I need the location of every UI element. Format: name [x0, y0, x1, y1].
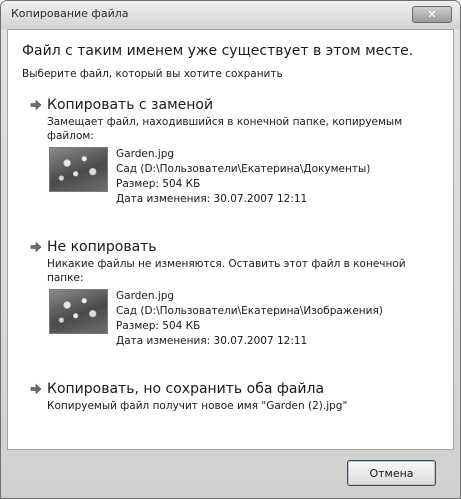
option-description: Замещает файл, находившийся в конечной п…	[47, 116, 403, 142]
close-icon: ✕	[427, 8, 437, 21]
cancel-button[interactable]: Отмена	[347, 460, 436, 486]
file-location: Сад (D:\Пользователи\Екатерина\Документы…	[116, 163, 371, 175]
dialog-heading: Файл с таким именем уже существует в это…	[22, 43, 414, 59]
image-thumbnail-icon	[49, 289, 108, 334]
file-modified: Дата изменения: 30.07.2007 12:11	[116, 193, 308, 205]
option-title: Копировать, но сохранить оба файла	[47, 381, 325, 397]
file-location: Сад (D:\Пользователи\Екатерина\Изображен…	[116, 305, 383, 317]
arrow-right-icon	[30, 241, 42, 253]
option-description: Никакие файлы не изменяются. Оставить эт…	[47, 258, 406, 284]
file-name: Garden.jpg	[116, 148, 175, 160]
window-title: Копирование файла	[11, 7, 129, 20]
dialog-window: Копирование файла ✕ Файл с таким именем …	[0, 0, 461, 499]
title-bar[interactable]: Копирование файла ✕	[1, 1, 460, 29]
file-name: Garden.jpg	[116, 290, 175, 302]
arrow-right-icon	[30, 383, 42, 395]
option-title: Не копировать	[47, 239, 157, 255]
option-copy-replace[interactable]: Копировать с заменой Замещает файл, нахо…	[30, 97, 440, 207]
dialog-subheading: Выберите файл, который вы хотите сохрани…	[22, 68, 283, 80]
option-title: Копировать с заменой	[47, 97, 214, 113]
option-dont-copy[interactable]: Не копировать Никакие файлы не изменяютс…	[30, 239, 440, 349]
file-details: Garden.jpg Сад (D:\Пользователи\Екатерин…	[49, 289, 440, 349]
file-size: Размер: 504 КБ	[116, 320, 201, 332]
close-button[interactable]: ✕	[412, 6, 452, 23]
image-thumbnail-icon	[49, 147, 108, 192]
option-keep-both[interactable]: Копировать, но сохранить оба файла Копир…	[30, 381, 440, 413]
file-details: Garden.jpg Сад (D:\Пользователи\Екатерин…	[49, 147, 440, 207]
arrow-right-icon	[30, 99, 42, 111]
dialog-content: Файл с таким именем уже существует в это…	[7, 29, 454, 450]
file-modified: Дата изменения: 30.07.2007 12:11	[116, 335, 308, 347]
option-description: Копируемый файл получит новое имя "Garde…	[47, 400, 348, 412]
file-size: Размер: 504 КБ	[116, 178, 201, 190]
